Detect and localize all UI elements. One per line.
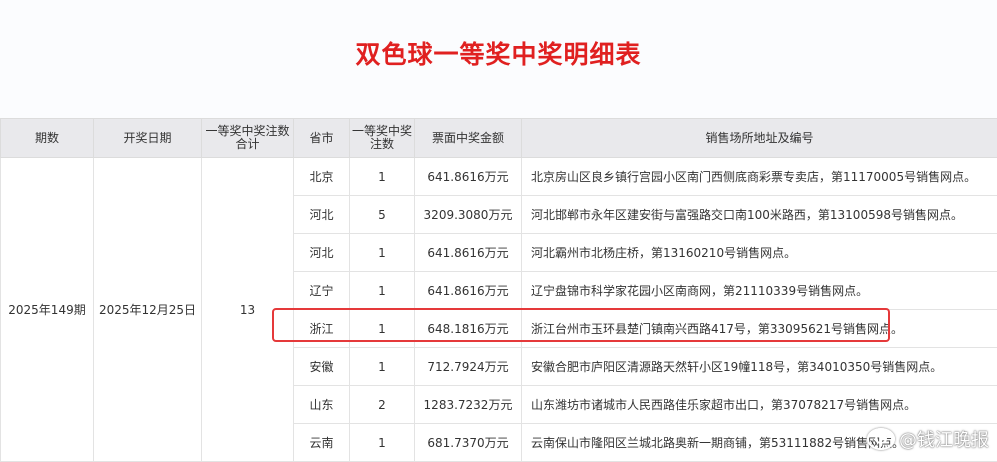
province-cell: 河北 [294,234,350,272]
count-cell: 5 [350,196,415,234]
amount-cell: 712.7924万元 [415,348,522,386]
amount-cell: 3209.3080万元 [415,196,522,234]
table-row: 2025年149期 2025年12月25日 13 北京 1 641.8616万元… [1,158,997,196]
watermark-text: @钱江晚报 [899,426,989,452]
count-cell: 1 [350,158,415,196]
province-cell: 安徽 [294,348,350,386]
count-cell: 1 [350,348,415,386]
address-cell: 河北邯郸市永年区建安街与富强路交口南100米路西，第13100598号销售网点。 [522,196,997,234]
address-cell: 山东潍坊市诸城市人民西路佳乐家超市出口，第37078217号销售网点。 [522,386,997,424]
address-cell: 安徽合肥市庐阳区清源路天然轩小区19幢118号，第34010350号销售网点。 [522,348,997,386]
address-cell: 河北霸州市北杨庄桥，第13160210号销售网点。 [522,234,997,272]
draw-date-cell: 2025年12月25日 [94,158,202,462]
amount-cell: 641.8616万元 [415,158,522,196]
province-cell: 北京 [294,158,350,196]
count-cell: 1 [350,424,415,462]
watermark: @钱江晚报 [867,426,989,452]
province-cell: 山东 [294,386,350,424]
address-cell: 辽宁盘锦市科学家花园小区南商网，第21110339号销售网点。 [522,272,997,310]
header-total-count: 一等奖中奖注数合计 [202,119,294,158]
header-address: 销售场所地址及编号 [522,119,997,158]
header-province: 省市 [294,119,350,158]
highlight-box [272,308,890,342]
count-cell: 1 [350,234,415,272]
amount-cell: 681.7370万元 [415,424,522,462]
winners-table: 期数 开奖日期 一等奖中奖注数合计 省市 一等奖中奖注数 票面中奖金额 销售场所… [0,118,997,462]
period-cell: 2025年149期 [1,158,94,462]
header-amount: 票面中奖金额 [415,119,522,158]
count-cell: 1 [350,272,415,310]
amount-cell: 641.8616万元 [415,234,522,272]
province-cell: 辽宁 [294,272,350,310]
weibo-icon [867,428,895,450]
header-period: 期数 [1,119,94,158]
page-title: 双色球一等奖中奖明细表 [0,35,997,71]
header-count: 一等奖中奖注数 [350,119,415,158]
count-cell: 2 [350,386,415,424]
province-cell: 云南 [294,424,350,462]
amount-cell: 1283.7232万元 [415,386,522,424]
header-draw-date: 开奖日期 [94,119,202,158]
amount-cell: 641.8616万元 [415,272,522,310]
address-cell: 北京房山区良乡镇行宫园小区南门西侧底商彩票专卖店，第11170005号销售网点。 [522,158,997,196]
province-cell: 河北 [294,196,350,234]
table-header-row: 期数 开奖日期 一等奖中奖注数合计 省市 一等奖中奖注数 票面中奖金额 销售场所… [1,119,997,158]
